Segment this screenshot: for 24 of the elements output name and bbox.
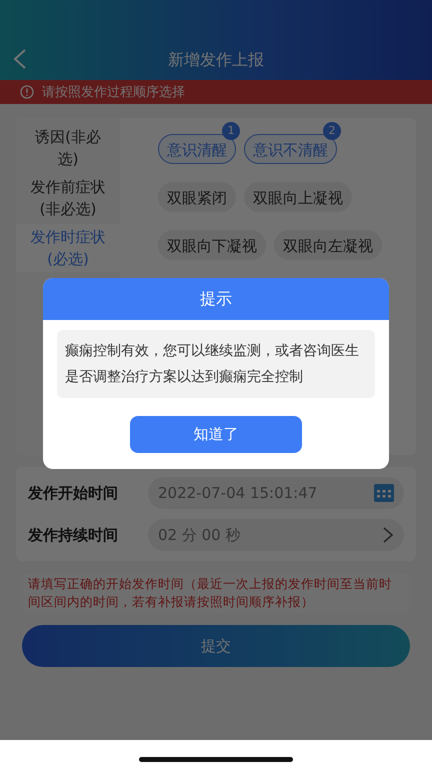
category-item[interactable]: 诱因(非必选) xyxy=(16,124,120,172)
time-warning-text: 请填写正确的开始发作时间（最近一次上报的发作时间至当前时间区间内的时间，若有补报请按照时间顺序补报） xyxy=(28,575,393,611)
category-item[interactable]: 发作时症状(必选) xyxy=(16,224,120,272)
notice-text: 请按照发作过程顺序选择 xyxy=(42,84,185,101)
dialog-title: 提示 xyxy=(43,278,389,320)
symptom-chip[interactable]: 意识清醒 xyxy=(158,134,236,164)
page-title: 新增发作上报 xyxy=(168,50,264,70)
symptom-chip[interactable]: 双眼向下凝视 xyxy=(158,230,266,260)
symptom-chip[interactable]: 双眼向上凝视 xyxy=(244,182,352,212)
dialog-message: 癫痫控制有效，您可以继续监测，或者咨询医生是否调整治疗方案以达到癫痫完全控制 xyxy=(57,330,375,398)
order-badge: 1 xyxy=(222,122,240,140)
calendar-icon[interactable] xyxy=(374,484,394,502)
confirm-button[interactable]: 知道了 xyxy=(130,416,302,453)
warning-icon xyxy=(20,85,34,99)
chevron-right-icon xyxy=(382,526,394,544)
symptom-chip[interactable]: 意识不清醒 xyxy=(244,134,337,164)
submit-button[interactable]: 提交 xyxy=(22,625,410,667)
order-badge: 2 xyxy=(323,122,341,140)
field-label: 发作持续时间 xyxy=(28,526,119,544)
field-label: 发作开始时间 xyxy=(28,484,119,502)
symptom-chip[interactable]: 双眼向左凝视 xyxy=(274,230,382,260)
symptom-chip[interactable]: 双眼紧闭 xyxy=(158,182,236,212)
category-item[interactable]: 发作前症状(非必选) xyxy=(16,174,120,222)
back-icon[interactable] xyxy=(12,48,28,70)
